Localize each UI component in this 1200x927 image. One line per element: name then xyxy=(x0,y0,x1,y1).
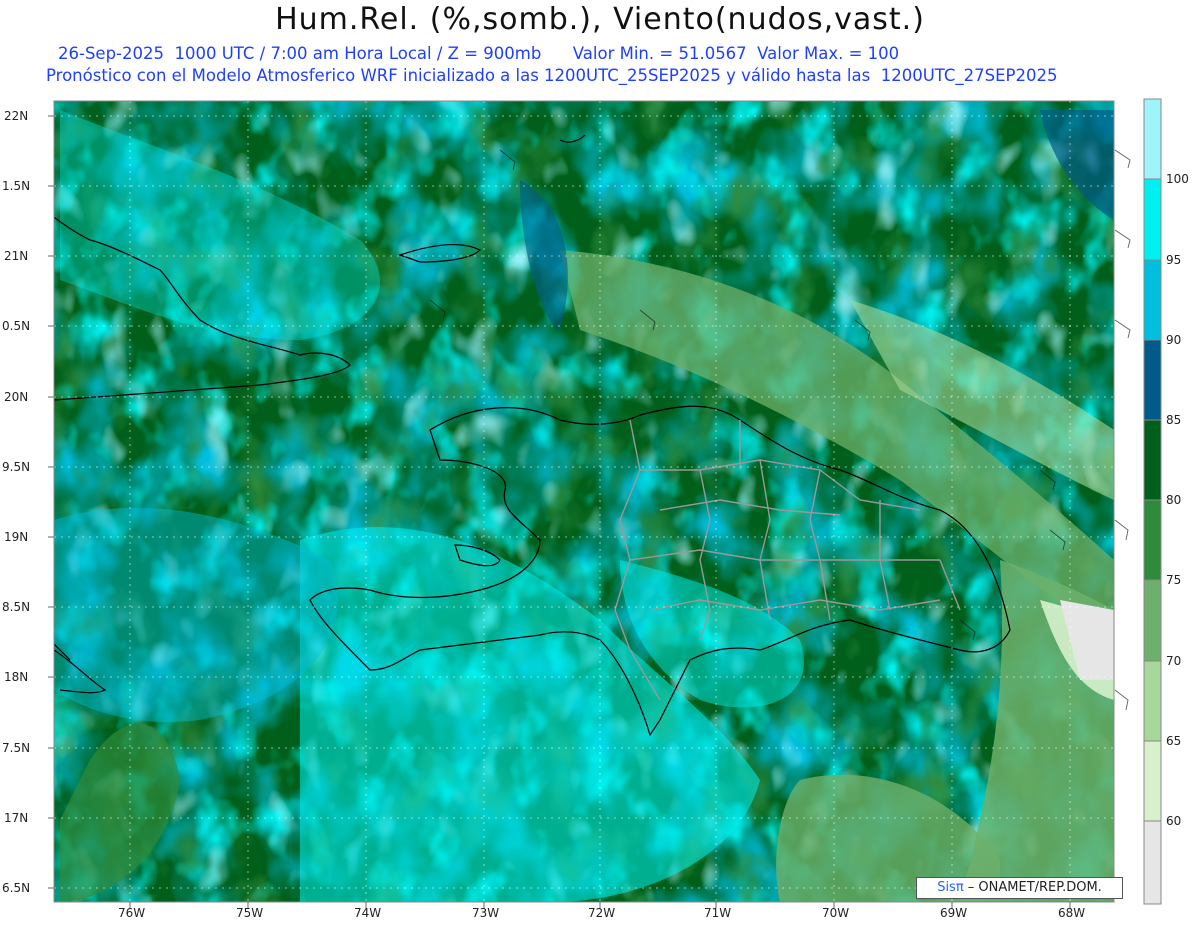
colorbar-box-80 xyxy=(1143,419,1162,501)
chart-subtitle-line1: 26-Sep-2025 1000 UTC / 7:00 am Hora Loca… xyxy=(58,44,900,63)
x-label-69w: 69W xyxy=(940,906,968,920)
y-label-20-5n: 0.5N xyxy=(2,319,31,333)
y-label-19n: 19N xyxy=(4,530,29,544)
colorbar-label-85: 85 xyxy=(1166,413,1182,427)
colorbar-label-75: 75 xyxy=(1166,573,1182,587)
credit-box: Sisπ – ONAMET/REP.DOM. xyxy=(916,877,1123,899)
colorbar-box-60 xyxy=(1143,740,1162,822)
chart-subtitle-line2: Pronóstico con el Modelo Atmosferico WRF… xyxy=(46,66,1058,85)
credit-brand: Sisπ xyxy=(937,880,964,895)
x-label-72w: 72W xyxy=(588,906,616,920)
colorbar-label-60: 60 xyxy=(1166,814,1182,828)
colorbar-box-100plus xyxy=(1143,98,1162,180)
weather-map xyxy=(48,98,1162,908)
y-label-17-5n: 7.5N xyxy=(2,741,31,755)
colorbar-box-95 xyxy=(1143,178,1162,261)
colorbar xyxy=(1143,98,1162,905)
colorbar-label-65: 65 xyxy=(1166,734,1182,748)
credit-text: – ONAMET/REP.DOM. xyxy=(963,880,1102,895)
x-label-71w: 71W xyxy=(704,906,732,920)
y-label-17n: 17N xyxy=(4,811,29,825)
x-label-70w: 70W xyxy=(822,906,850,920)
y-label-21n: 21N xyxy=(4,249,29,263)
x-label-75w: 75W xyxy=(236,906,264,920)
colorbar-label-80: 80 xyxy=(1166,493,1182,507)
colorbar-box-70 xyxy=(1143,579,1162,662)
colorbar-box-below-60 xyxy=(1143,820,1162,905)
colorbar-label-90: 90 xyxy=(1166,333,1182,347)
x-label-74w: 74W xyxy=(354,906,382,920)
y-label-16-5n: 6.5N xyxy=(2,881,31,895)
y-label-22n: 22N xyxy=(4,109,29,123)
x-label-76w: 76W xyxy=(118,906,146,920)
colorbar-label-95: 95 xyxy=(1166,253,1182,267)
x-label-73w: 73W xyxy=(472,906,500,920)
colorbar-box-65 xyxy=(1143,660,1162,742)
colorbar-box-90 xyxy=(1143,259,1162,341)
colorbar-box-85 xyxy=(1143,339,1162,421)
colorbar-label-70: 70 xyxy=(1166,654,1182,668)
y-label-19-5n: 9.5N xyxy=(2,460,31,474)
humidity-field xyxy=(54,101,1114,902)
y-label-20n: 20N xyxy=(4,390,29,404)
chart-title: Hum.Rel. (%,somb.), Viento(nudos,vast.) xyxy=(275,2,925,37)
y-label-18-5n: 8.5N xyxy=(2,600,31,614)
colorbar-label-100: 100 xyxy=(1166,172,1189,186)
y-label-21-5n: 1.5N xyxy=(2,179,31,193)
x-label-68w: 68W xyxy=(1058,906,1086,920)
y-label-18n: 18N xyxy=(4,670,29,684)
colorbar-box-75 xyxy=(1143,499,1162,581)
